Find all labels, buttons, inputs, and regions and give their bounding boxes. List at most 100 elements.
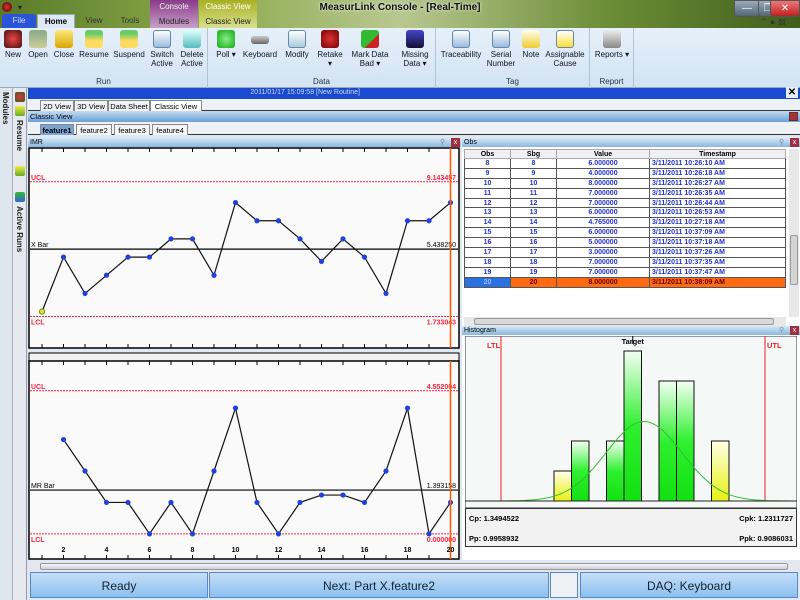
close-window-button[interactable]: ✕ — [770, 0, 800, 17]
table-row[interactable]: 14 14 4.765000 3/11/2011 10:27:18 AM — [464, 217, 786, 229]
x-tick-label: 8 — [191, 547, 195, 554]
data-point — [82, 290, 88, 297]
status-daq: DAQ: Keyboard — [580, 572, 798, 598]
cell-value: 7.000000 — [556, 187, 650, 199]
delete-active-button[interactable]: Delete Active — [178, 30, 206, 68]
poll-button[interactable]: Poll ▾ — [214, 30, 238, 59]
tab-tools[interactable]: Tools — [112, 14, 148, 28]
reports-button[interactable]: Reports ▾ — [594, 30, 630, 59]
column-header-value[interactable]: Value — [556, 149, 650, 159]
table-row[interactable]: 10 10 8.000000 3/11/2011 10:26:27 AM — [464, 177, 786, 189]
restore-icon[interactable] — [777, 112, 786, 121]
cell-obs: 12 — [464, 197, 511, 209]
tab-feature2[interactable]: feature2 — [76, 124, 112, 135]
traceability-button[interactable]: Traceability — [440, 30, 482, 59]
tab-3d-view[interactable]: 3D View — [74, 100, 108, 111]
data-point — [189, 531, 196, 537]
resume-button[interactable]: Resume — [78, 30, 110, 59]
data-point — [60, 436, 67, 443]
close-document-button[interactable]: ✕ — [786, 87, 798, 98]
obs-horizontal-scrollbar[interactable] — [464, 317, 786, 326]
table-row[interactable]: 19 19 7.000000 3/11/2011 10:37:47 AM — [464, 266, 786, 278]
table-row[interactable]: 12 12 7.000000 3/11/2011 10:26:44 AM — [464, 197, 786, 209]
ucl-label: UCL — [31, 384, 46, 391]
new-button[interactable]: New — [2, 30, 24, 59]
column-header-obs[interactable]: Obs — [464, 149, 511, 159]
table-row[interactable]: 18 18 7.000000 3/11/2011 10:37:35 AM — [464, 256, 786, 268]
tab-home[interactable]: Home — [37, 14, 75, 28]
pin-icon[interactable]: ⚲ — [779, 326, 788, 334]
cpk-value: Cpk: 1.2311727 — [739, 514, 793, 523]
note-button[interactable]: Note — [520, 30, 542, 59]
assignable-cause-button[interactable]: Assignable Cause — [544, 30, 586, 68]
table-row[interactable]: 17 17 3.000000 3/11/2011 10:37:26 AM — [464, 247, 786, 258]
retake-icon — [321, 30, 339, 48]
table-row[interactable]: 15 15 6.000000 3/11/2011 10:37:09 AM — [464, 227, 786, 239]
data-point — [211, 272, 217, 278]
scroll-thumb[interactable] — [40, 563, 788, 570]
resume-icon[interactable] — [15, 106, 25, 116]
suspend-icon — [120, 30, 138, 48]
tab-classic-view[interactable]: Classic View — [199, 17, 257, 26]
modules-tab[interactable]: Modules — [1, 92, 10, 124]
close-button[interactable]: Close — [52, 30, 76, 59]
keyboard-icon — [251, 36, 269, 44]
retake-button[interactable]: Retake ▾ — [316, 30, 344, 68]
table-row[interactable]: 9 9 4.000000 3/11/2011 10:26:18 AM — [464, 167, 786, 179]
switch-active-button[interactable]: Switch Active — [148, 30, 176, 68]
histogram-bar — [553, 470, 572, 502]
resume-tab[interactable]: Resume — [15, 120, 24, 151]
obs-vertical-scrollbar[interactable] — [789, 149, 799, 317]
tab-view[interactable]: View — [78, 14, 110, 28]
close-label: Close — [53, 50, 75, 59]
folder-icon[interactable] — [15, 166, 25, 176]
close-icon[interactable] — [789, 112, 798, 121]
pin-icon[interactable]: ⚲ — [440, 138, 449, 146]
tab-data-sheet[interactable]: Data Sheet — [108, 100, 150, 111]
active-runs-tab[interactable]: Active Runs — [15, 206, 24, 252]
keyboard-button[interactable]: Keyboard — [242, 30, 278, 59]
scroll-thumb[interactable] — [474, 318, 774, 325]
data-point — [318, 492, 325, 498]
table-row[interactable]: 16 16 5.000000 3/11/2011 10:37:18 AM — [464, 237, 786, 249]
mark-data-bad-button[interactable]: Mark Data Bad ▾ — [350, 30, 390, 68]
run-icon[interactable] — [15, 92, 25, 102]
tab-modules[interactable]: Modules — [150, 17, 198, 26]
histogram-panel: Histogram ⚲ x LTL UTL Target Cp: 1.3494522… — [462, 326, 800, 560]
horizontal-scrollbar[interactable] — [28, 562, 800, 571]
scroll-thumb[interactable] — [790, 235, 798, 285]
active-runs-icon[interactable] — [15, 192, 25, 202]
table-row[interactable]: 8 8 6.000000 3/11/2011 10:26:10 AM — [464, 158, 786, 169]
obs-table: Obs Sbg Value Timestamp 8 8 6.000000 3/11/2… — [464, 149, 786, 288]
assignable-cause-icon — [556, 30, 574, 48]
table-row[interactable]: 13 13 6.000000 3/11/2011 10:26:53 AM — [464, 207, 786, 219]
tab-feature3[interactable]: feature3 — [114, 124, 150, 135]
table-row[interactable]: 20 20 8.000000 3/11/2011 10:38:09 AM — [464, 276, 786, 288]
ribbon-controls[interactable]: ⌃ ● ⊠ — [760, 17, 786, 28]
open-button[interactable]: Open — [26, 30, 50, 59]
tab-2d-view[interactable]: 2D View — [40, 100, 74, 111]
serial-number-button[interactable]: Serial Number — [486, 30, 516, 68]
minimize-button[interactable]: — — [734, 0, 760, 17]
pin-icon[interactable]: ⚲ — [779, 138, 788, 146]
data-point — [383, 468, 389, 474]
group-label-data: Data — [313, 77, 330, 86]
window-title: MeasurLink Console - [Real-Time] — [319, 2, 481, 13]
tab-classic-view-doc[interactable]: Classic View — [150, 100, 202, 111]
suspend-button[interactable]: Suspend — [112, 30, 146, 59]
modify-label: Modify — [285, 50, 309, 59]
table-row[interactable]: 11 11 7.000000 3/11/2011 10:26:35 AM — [464, 187, 786, 199]
modify-button[interactable]: Modify — [282, 30, 312, 59]
ucl-label: UCL — [31, 175, 46, 182]
missing-data-button[interactable]: Missing Data ▾ — [398, 30, 432, 68]
close-icon[interactable]: x — [451, 138, 460, 147]
tab-feature4[interactable]: feature4 — [152, 124, 188, 135]
tab-feature1[interactable]: feature1 — [40, 124, 74, 135]
close-icon[interactable]: x — [790, 138, 799, 147]
data-point — [404, 405, 411, 411]
close-icon[interactable]: x — [790, 326, 799, 335]
tab-file[interactable]: File — [2, 14, 36, 28]
column-header-timestamp[interactable]: Timestamp — [649, 149, 786, 159]
cell-ts: 3/11/2011 10:37:09 AM — [649, 227, 786, 239]
column-header-sbg[interactable]: Sbg — [510, 149, 557, 159]
